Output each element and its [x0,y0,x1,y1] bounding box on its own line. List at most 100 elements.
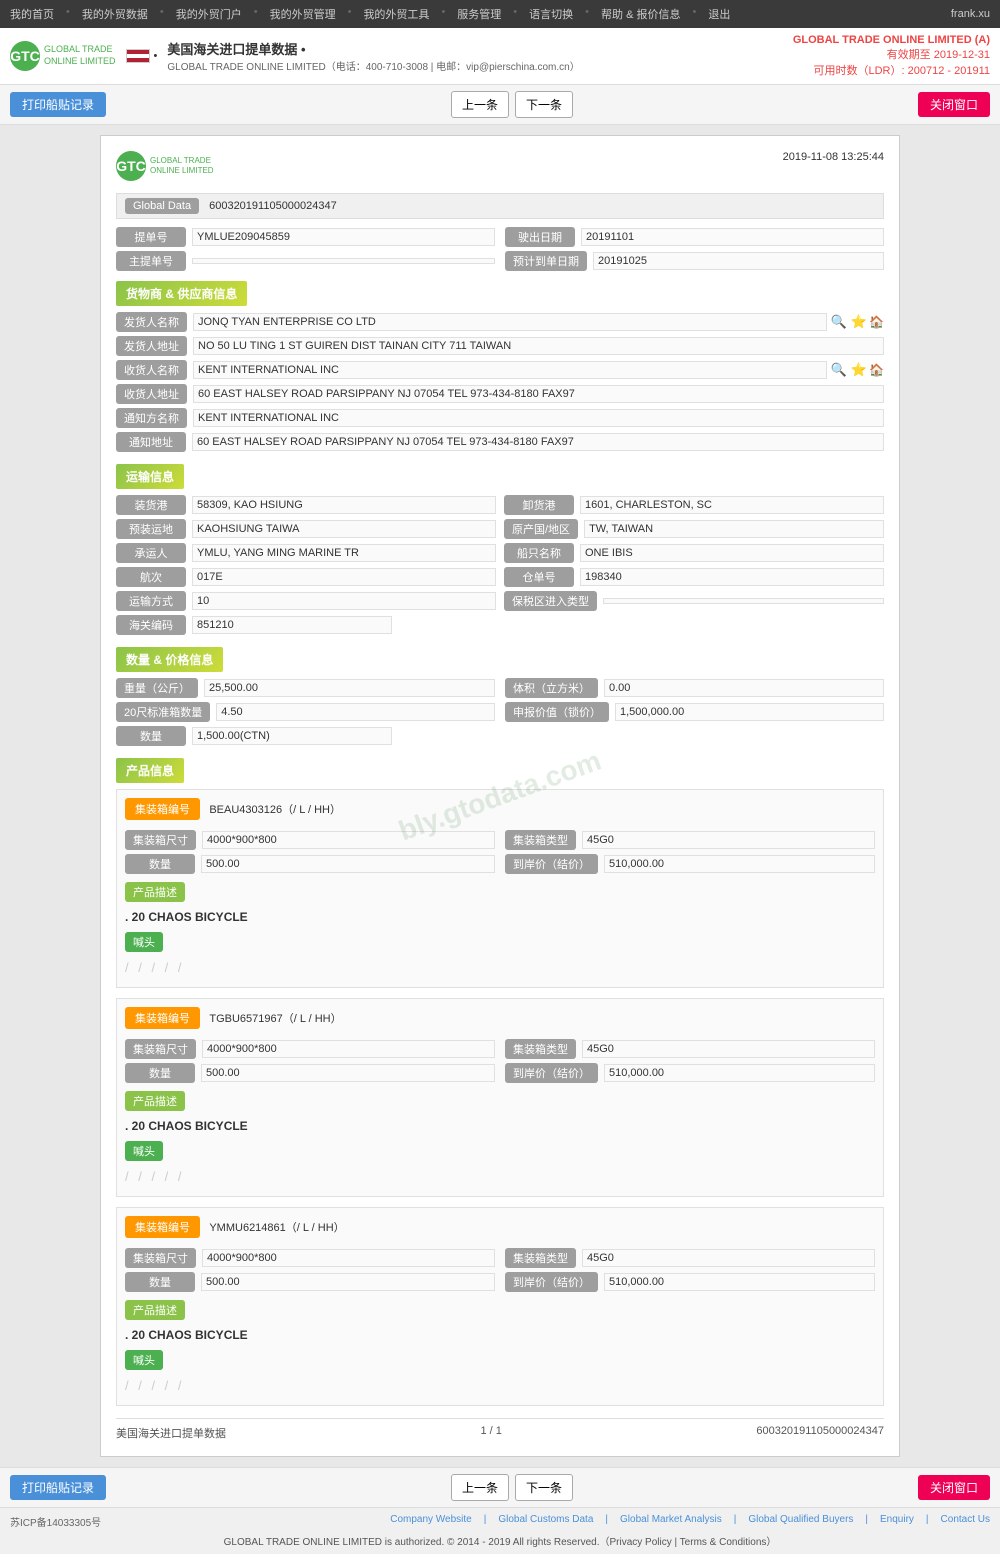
declared-value-value: 1,500,000.00 [615,703,884,721]
size-value-3: 4000*900*800 [202,1249,495,1267]
star-icon-2[interactable]: ⭐ [851,362,867,378]
discharge-port-field: 卸货港 1601, CHARLESTON, SC [504,495,884,515]
voyage-field: 航次 017E [116,567,496,587]
product-item-2: 集装箱编号 TGBU6571967（/ L / HH） 集装箱尺寸 4000*9… [116,998,884,1197]
sail-date-value: 20191101 [581,228,884,246]
nav-tools[interactable]: 我的外贸工具 [363,6,429,22]
desc-label-2: 产品描述 [125,1091,185,1111]
price-label-1: 到岸价（结价） [505,854,598,874]
page-footer: 苏ICP备14033305号 Company Website | Global … [0,1507,1000,1554]
container-declared-row: 20尺标准箱数量 4.50 申报价值（锁价） 1,500,000.00 [116,702,884,722]
footer-link-enquiry[interactable]: Enquiry [880,1514,914,1525]
product-3-qty-price: 数量 500.00 到岸价（结价） 510,000.00 [125,1272,875,1292]
head-label-1: 喊头 [125,932,163,952]
search-icon[interactable]: 🔍 [831,314,847,330]
quantity-row: 数量 1,500.00(CTN) [116,726,884,746]
price-value-2: 510,000.00 [604,1064,875,1082]
container-20-field: 20尺标准箱数量 4.50 [116,702,495,722]
page-title: 美国海关进口提单数据 • [167,39,579,58]
carrier-field: 承运人 YMLU, YANG MING MARINE TR [116,543,496,563]
numbers-section: 数量 & 价格信息 重量（公斤） 25,500.00 体积（立方米） 0.00 … [116,647,884,746]
product-1-type: 集装箱类型 45G0 [505,830,875,850]
page-subtitle: GLOBAL TRADE ONLINE LIMITED（电话：400-710-3… [167,58,579,73]
voyage-value: 017E [192,568,496,586]
nav-language[interactable]: 语言切换 [529,6,573,22]
nav-home[interactable]: 我的首页 [10,6,54,22]
origin-label: 原产国/地区 [504,519,578,539]
notify-name-row: 通知方名称 KENT INTERNATIONAL INC [116,408,884,428]
container-no-label-1: 集装箱编号 [125,798,200,820]
price-value-1: 510,000.00 [604,855,875,873]
quantity-label: 数量 [116,726,186,746]
declared-value-label: 申报价值（锁价） [505,702,609,722]
quantity-value: 1,500.00(CTN) [192,727,392,745]
numbers-section-title: 数量 & 价格信息 [116,647,223,672]
nav-portal[interactable]: 我的外贸门户 [176,6,242,22]
inbond-field: 仓单号 198340 [504,567,884,587]
shipper-addr-value: NO 50 LU TING 1 ST GUIREN DIST TAINAN CI… [193,337,884,355]
transport-mode-label: 运输方式 [116,591,186,611]
bill-no-value: YMLUE209045859 [192,228,495,246]
footer-link-customs[interactable]: Global Customs Data [498,1514,593,1525]
master-bill-field: 主提单号 [116,251,495,271]
page-header: GTC GLOBAL TRADEONLINE LIMITED • 美国海关进口提… [0,28,1000,85]
next-button-bottom[interactable]: 下一条 [515,1474,573,1501]
footer-link-contact[interactable]: Contact Us [941,1514,990,1525]
loading-port-value: 58309, KAO HSIUNG [192,496,496,514]
size-value-1: 4000*900*800 [202,831,495,849]
product-3-size: 集装箱尺寸 4000*900*800 [125,1248,495,1268]
qty-label-2: 数量 [125,1063,195,1083]
nav-help[interactable]: 帮助 & 报价信息 [601,6,680,22]
loading-addr-field: 预装运地 KAOHSIUNG TAIWA [116,519,496,539]
next-button[interactable]: 下一条 [515,91,573,118]
type-label-3: 集装箱类型 [505,1248,576,1268]
transport-section: 运输信息 装货港 58309, KAO HSIUNG 卸货港 1601, CHA… [116,464,884,635]
footer-link-market[interactable]: Global Market Analysis [620,1514,722,1525]
language-selector[interactable]: • [126,49,158,63]
shipper-name-label: 发货人名称 [116,312,187,332]
estimated-date-field: 预计到单日期 20191025 [505,251,884,271]
product-item-3: 集装箱编号 YMMU6214861（/ L / HH） 集装箱尺寸 4000*9… [116,1207,884,1406]
document-header: GTC GLOBAL TRADEONLINE LIMITED 2019-11-0… [116,151,884,181]
product-1-qty-price: 数量 500.00 到岸价（结价） 510,000.00 [125,854,875,874]
nav-trade-data[interactable]: 我的外贸数据 [82,6,148,22]
estimated-date-label: 预计到单日期 [505,251,587,271]
user-name: frank.xu [951,8,990,20]
nav-logout[interactable]: 退出 [708,6,730,22]
footer-link-website[interactable]: Company Website [390,1514,472,1525]
global-data-value: 600320191105000024347 [209,200,337,212]
close-button[interactable]: 关闭窗口 [918,92,990,117]
account-info: GLOBAL TRADE ONLINE LIMITED (A) 有效期至 201… [793,34,990,78]
master-bill-label: 主提单号 [116,251,186,271]
product-2-size: 集装箱尺寸 4000*900*800 [125,1039,495,1059]
star-icon[interactable]: ⭐ [851,314,867,330]
shipper-name-row: 发货人名称 JONQ TYAN ENTERPRISE CO LTD 🔍 ⭐ 🏠 [116,312,884,332]
qty-label-3: 数量 [125,1272,195,1292]
weight-label: 重量（公斤） [116,678,198,698]
home-icon-2[interactable]: 🏠 [869,363,884,377]
origin-field: 原产国/地区 TW, TAIWAN [504,519,884,539]
footer-link-buyers[interactable]: Global Qualified Buyers [748,1514,853,1525]
voyage-label: 航次 [116,567,186,587]
close-button-bottom[interactable]: 关闭窗口 [918,1475,990,1500]
container-20-value: 4.50 [216,703,495,721]
loading-port-field: 装货港 58309, KAO HSIUNG [116,495,496,515]
notify-addr-row: 通知地址 60 EAST HALSEY ROAD PARSIPPANY NJ 0… [116,432,884,452]
home-icon[interactable]: 🏠 [869,315,884,329]
search-icon-2[interactable]: 🔍 [831,362,847,378]
language-code: • [154,50,158,62]
transport-mode-field: 运输方式 10 [116,591,496,611]
consignee-name-label: 收货人名称 [116,360,187,380]
price-value-3: 510,000.00 [604,1273,875,1291]
product-3-qty: 数量 500.00 [125,1272,495,1292]
print-button-bottom[interactable]: 打印船贴记录 [10,1475,106,1500]
print-button[interactable]: 打印船贴记录 [10,92,106,117]
type-label-2: 集装箱类型 [505,1039,576,1059]
nav-management[interactable]: 我的外贸管理 [270,6,336,22]
logo-gtc: GTC GLOBAL TRADEONLINE LIMITED [10,41,116,71]
estimated-date-value: 20191025 [593,252,884,270]
prev-button-bottom[interactable]: 上一条 [451,1474,509,1501]
container-20-label: 20尺标准箱数量 [116,702,210,722]
nav-service[interactable]: 服务管理 [457,6,501,22]
prev-button[interactable]: 上一条 [451,91,509,118]
